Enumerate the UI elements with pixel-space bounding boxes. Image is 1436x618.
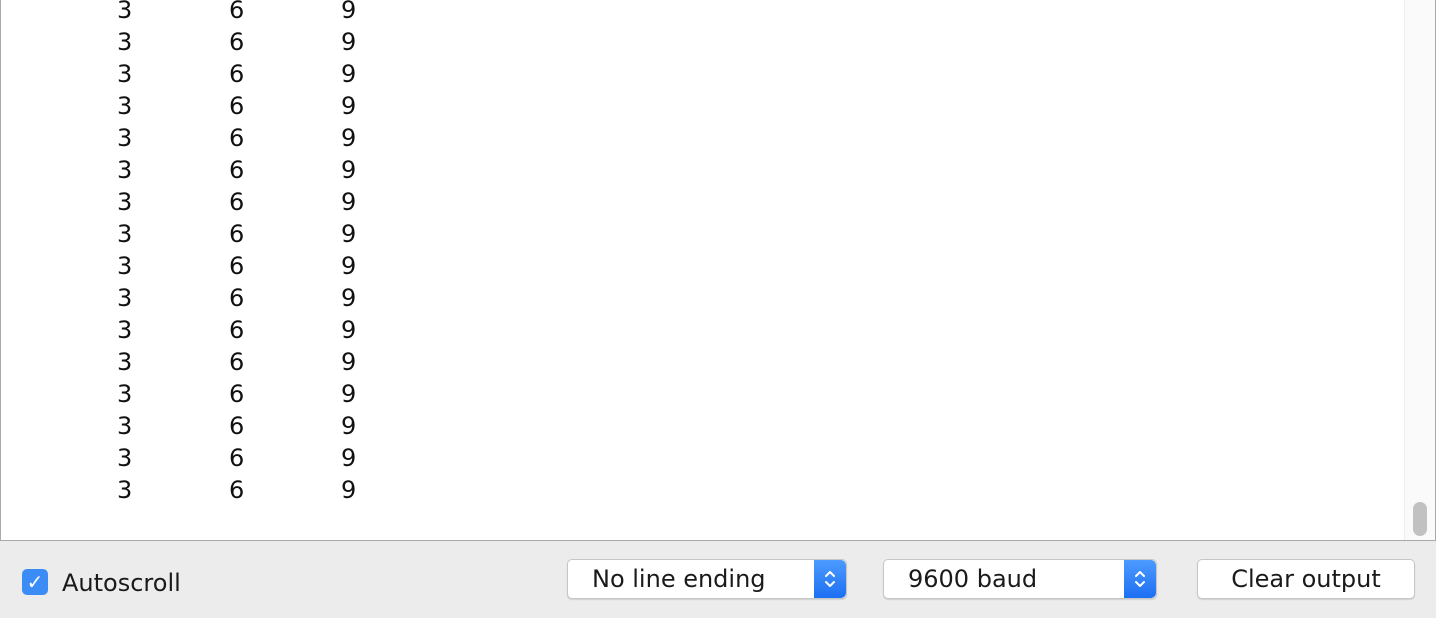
output-value: 3 xyxy=(117,60,133,88)
output-value: 9 xyxy=(341,0,357,24)
output-line: 3 6 9 xyxy=(1,410,1401,442)
output-line: 3 6 9 xyxy=(1,250,1401,282)
output-line: 3 6 9 xyxy=(1,314,1401,346)
output-line: 3 6 9 xyxy=(1,218,1401,250)
output-value: 6 xyxy=(229,252,245,280)
output-value: 3 xyxy=(117,0,133,24)
output-value: 3 xyxy=(117,412,133,440)
output-line: 3 6 9 xyxy=(1,90,1401,122)
scrollbar-thumb[interactable] xyxy=(1413,502,1427,536)
output-value: 6 xyxy=(229,28,245,56)
output-value: 9 xyxy=(341,444,357,472)
output-value: 3 xyxy=(117,124,133,152)
output-value: 3 xyxy=(117,380,133,408)
output-value: 9 xyxy=(341,220,357,248)
output-value: 3 xyxy=(117,220,133,248)
chevron-updown-icon xyxy=(1124,560,1156,598)
bottom-toolbar: ✓ Autoscroll No line ending 9600 baud Cl… xyxy=(0,542,1436,618)
output-line: 3 6 9 xyxy=(1,186,1401,218)
output-value: 9 xyxy=(341,316,357,344)
output-value: 3 xyxy=(117,348,133,376)
output-value: 9 xyxy=(341,156,357,184)
chevron-updown-icon xyxy=(814,560,846,598)
output-value: 9 xyxy=(341,380,357,408)
baud-rate-value: 9600 baud xyxy=(908,565,1038,593)
output-line: 3 6 9 xyxy=(1,378,1401,410)
output-value: 6 xyxy=(229,0,245,24)
output-value: 6 xyxy=(229,92,245,120)
output-value: 3 xyxy=(117,92,133,120)
serial-output-pane[interactable]: 3693693693693693693693693693693693693693… xyxy=(0,0,1436,541)
output-value: 9 xyxy=(341,412,357,440)
output-value: 6 xyxy=(229,124,245,152)
serial-monitor-window: 3693693693693693693693693693693693693693… xyxy=(0,0,1436,618)
output-value: 9 xyxy=(341,348,357,376)
output-value: 6 xyxy=(229,348,245,376)
output-value: 3 xyxy=(117,476,133,504)
output-value: 3 xyxy=(117,28,133,56)
output-value: 9 xyxy=(341,284,357,312)
output-value: 6 xyxy=(229,60,245,88)
clear-output-button[interactable]: Clear output xyxy=(1197,559,1415,599)
output-line: 3 6 9 xyxy=(1,346,1401,378)
output-value: 6 xyxy=(229,156,245,184)
output-value: 9 xyxy=(341,188,357,216)
output-line: 3 6 9 xyxy=(1,26,1401,58)
output-value: 6 xyxy=(229,188,245,216)
checkmark-icon: ✓ xyxy=(26,570,44,594)
output-line: 3 6 9 xyxy=(1,154,1401,186)
output-line: 3 6 9 xyxy=(1,0,1401,26)
output-line: 3 6 9 xyxy=(1,282,1401,314)
output-line: 3 6 9 xyxy=(1,122,1401,154)
output-value: 9 xyxy=(341,92,357,120)
output-value: 6 xyxy=(229,316,245,344)
output-value: 6 xyxy=(229,412,245,440)
output-value: 9 xyxy=(341,124,357,152)
output-value: 6 xyxy=(229,380,245,408)
autoscroll-toggle[interactable]: ✓ Autoscroll xyxy=(22,568,181,596)
output-value: 3 xyxy=(117,316,133,344)
output-value: 9 xyxy=(341,476,357,504)
output-lines: 3693693693693693693693693693693693693693… xyxy=(1,0,1401,506)
output-value: 3 xyxy=(117,444,133,472)
autoscroll-label: Autoscroll xyxy=(62,569,181,597)
output-value: 9 xyxy=(341,60,357,88)
output-line: 3 6 9 xyxy=(1,442,1401,474)
output-value: 3 xyxy=(117,252,133,280)
output-value: 6 xyxy=(229,444,245,472)
output-value: 6 xyxy=(229,220,245,248)
line-ending-select[interactable]: No line ending xyxy=(567,559,847,599)
output-value: 3 xyxy=(117,156,133,184)
output-value: 3 xyxy=(117,284,133,312)
output-line: 3 6 9 xyxy=(1,58,1401,90)
baud-rate-select[interactable]: 9600 baud xyxy=(883,559,1157,599)
vertical-scrollbar[interactable] xyxy=(1404,0,1435,540)
output-value: 9 xyxy=(341,28,357,56)
output-value: 6 xyxy=(229,476,245,504)
line-ending-value: No line ending xyxy=(592,565,766,593)
autoscroll-checkbox[interactable]: ✓ xyxy=(22,569,48,595)
output-value: 9 xyxy=(341,252,357,280)
output-value: 6 xyxy=(229,284,245,312)
output-line: 3 6 9 xyxy=(1,474,1401,506)
output-value: 3 xyxy=(117,188,133,216)
